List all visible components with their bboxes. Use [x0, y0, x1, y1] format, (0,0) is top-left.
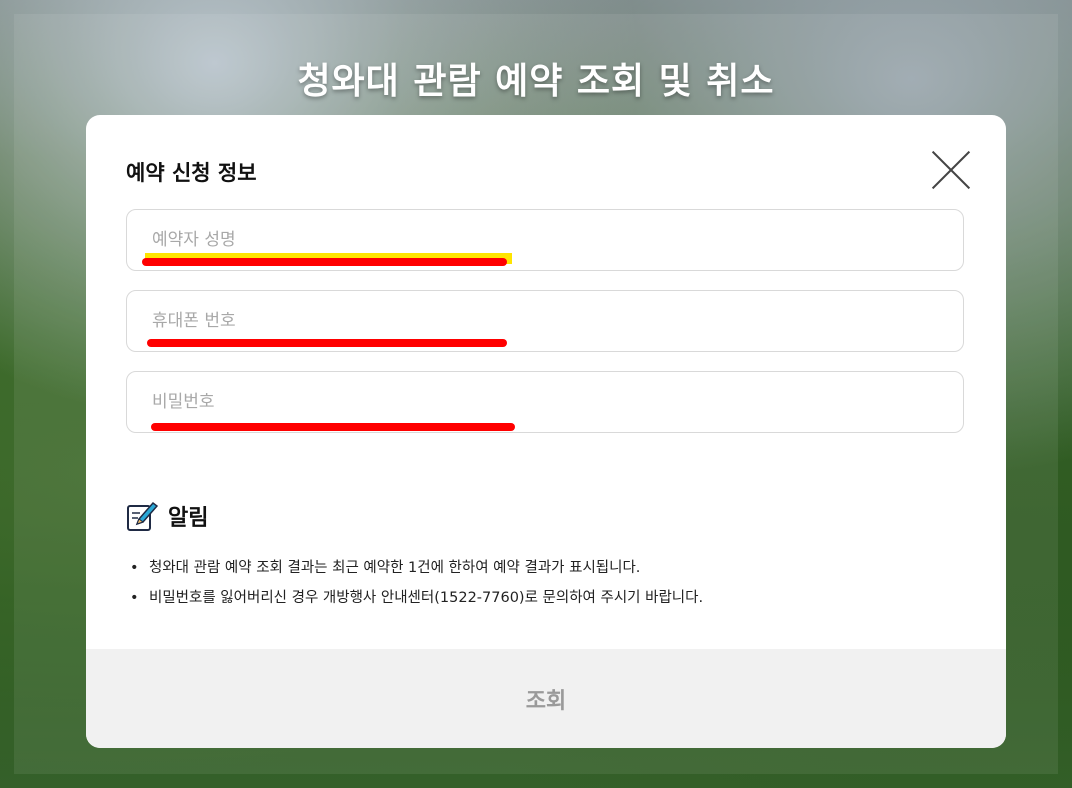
notice-item: • 청와대 관람 예약 조회 결과는 최근 예약한 1건에 한하여 예약 결과가 … — [130, 560, 641, 576]
page-title: 청와대 관람 예약 조회 및 취소 — [297, 61, 775, 102]
notice-header: 알림 — [126, 500, 208, 532]
lookup-button[interactable]: 조회 — [86, 649, 1006, 748]
password-field-box — [126, 371, 964, 433]
memo-pencil-icon — [127, 501, 158, 531]
name-input[interactable] — [127, 210, 963, 270]
notice-label: 알림 — [168, 506, 209, 531]
notice-list: • 청와대 관람 예약 조회 결과는 최근 예약한 1건에 한하여 예약 결과가 … — [130, 555, 703, 615]
notice-item: • 비밀번호를 잃어버리신 경우 개방행사 안내센터(1522-7760)로 문의… — [130, 590, 704, 606]
name-field-box — [126, 209, 964, 271]
section-title: 예약 신청 정보 — [126, 161, 257, 185]
password-input[interactable] — [127, 372, 963, 432]
reservation-lookup-modal: 예약 신청 정보 알림 •청와대 관람 예약 조회 결과는 최근 예약한 1건에… — [86, 115, 1006, 748]
phone-input[interactable] — [127, 291, 963, 351]
close-icon[interactable] — [932, 151, 970, 189]
phone-field-box — [126, 290, 964, 352]
